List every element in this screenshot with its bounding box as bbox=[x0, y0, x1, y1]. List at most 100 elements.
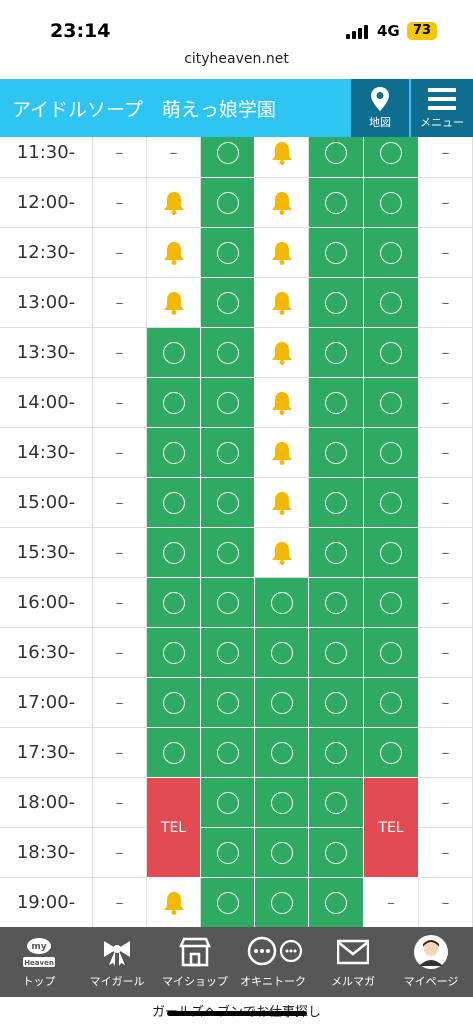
available-slot[interactable] bbox=[255, 778, 309, 828]
available-slot[interactable] bbox=[309, 528, 364, 578]
available-slot[interactable] bbox=[147, 378, 201, 428]
available-slot[interactable] bbox=[364, 578, 419, 628]
few-left-slot[interactable] bbox=[255, 428, 309, 478]
closed-slot: – bbox=[147, 137, 201, 178]
available-slot[interactable] bbox=[201, 428, 255, 478]
available-slot[interactable] bbox=[201, 628, 255, 678]
available-slot[interactable] bbox=[147, 678, 201, 728]
few-left-slot[interactable] bbox=[255, 137, 309, 178]
available-slot[interactable] bbox=[147, 528, 201, 578]
available-slot[interactable] bbox=[364, 328, 419, 378]
few-left-slot[interactable] bbox=[255, 478, 309, 528]
menu-button[interactable]: メニュー bbox=[411, 79, 473, 137]
few-left-slot[interactable] bbox=[147, 228, 201, 278]
few-left-slot[interactable] bbox=[255, 378, 309, 428]
available-slot[interactable] bbox=[201, 478, 255, 528]
available-slot[interactable] bbox=[201, 528, 255, 578]
available-slot[interactable] bbox=[309, 178, 364, 228]
available-slot[interactable] bbox=[201, 178, 255, 228]
available-slot[interactable] bbox=[309, 628, 364, 678]
available-slot[interactable] bbox=[201, 278, 255, 328]
available-slot[interactable] bbox=[201, 378, 255, 428]
table-row: 16:00- – – bbox=[0, 578, 473, 628]
available-slot[interactable] bbox=[255, 678, 309, 728]
available-slot[interactable] bbox=[255, 828, 309, 878]
few-left-slot[interactable] bbox=[255, 278, 309, 328]
few-left-slot[interactable] bbox=[147, 278, 201, 328]
available-slot[interactable] bbox=[147, 578, 201, 628]
available-slot[interactable] bbox=[364, 228, 419, 278]
available-slot[interactable] bbox=[309, 728, 364, 778]
available-slot[interactable] bbox=[255, 878, 309, 927]
available-slot[interactable] bbox=[309, 478, 364, 528]
available-slot[interactable] bbox=[201, 328, 255, 378]
few-left-slot[interactable] bbox=[147, 178, 201, 228]
available-slot[interactable] bbox=[364, 378, 419, 428]
nav-mypage[interactable]: マイページ bbox=[392, 927, 470, 997]
available-slot[interactable] bbox=[201, 228, 255, 278]
available-slot[interactable] bbox=[309, 678, 364, 728]
available-slot[interactable] bbox=[364, 678, 419, 728]
bell-icon bbox=[163, 891, 184, 915]
available-slot[interactable] bbox=[309, 378, 364, 428]
available-slot[interactable] bbox=[309, 428, 364, 478]
few-left-slot[interactable] bbox=[255, 528, 309, 578]
closed-slot: – bbox=[419, 137, 473, 178]
nav-top[interactable]: my Heaven トップ bbox=[0, 927, 78, 997]
map-button[interactable]: 地図 bbox=[351, 79, 409, 137]
table-row: 17:30- – – bbox=[0, 728, 473, 778]
available-slot[interactable] bbox=[147, 428, 201, 478]
available-slot[interactable] bbox=[364, 137, 419, 178]
time-slot-label: 14:30- bbox=[0, 428, 93, 478]
closed-slot: – bbox=[419, 728, 473, 778]
few-left-slot[interactable] bbox=[255, 178, 309, 228]
status-time: 23:14 bbox=[50, 20, 111, 42]
available-slot[interactable] bbox=[201, 828, 255, 878]
nav-mailmag[interactable]: メルマガ bbox=[314, 927, 392, 997]
available-slot[interactable] bbox=[364, 728, 419, 778]
available-slot[interactable] bbox=[364, 428, 419, 478]
tel-button[interactable]: TEL bbox=[147, 778, 200, 878]
available-slot[interactable] bbox=[147, 478, 201, 528]
available-slot[interactable] bbox=[147, 728, 201, 778]
available-slot[interactable] bbox=[364, 178, 419, 228]
bell-icon bbox=[163, 241, 184, 265]
available-slot[interactable] bbox=[201, 778, 255, 828]
shop-name[interactable]: アイドルソープ 萌えっ娘学園 bbox=[12, 95, 276, 122]
available-slot[interactable] bbox=[201, 578, 255, 628]
available-slot[interactable] bbox=[364, 528, 419, 578]
available-slot[interactable] bbox=[201, 678, 255, 728]
available-slot[interactable] bbox=[255, 578, 309, 628]
available-slot[interactable] bbox=[309, 878, 364, 927]
available-slot[interactable] bbox=[255, 728, 309, 778]
few-left-slot[interactable] bbox=[147, 878, 201, 927]
url-label[interactable]: cityheaven.net bbox=[0, 51, 473, 67]
table-row: 17:00- – – bbox=[0, 678, 473, 728]
table-row: 12:30- – – bbox=[0, 228, 473, 278]
available-slot[interactable] bbox=[309, 828, 364, 878]
available-slot[interactable] bbox=[309, 328, 364, 378]
available-slot[interactable] bbox=[309, 578, 364, 628]
available-slot[interactable] bbox=[309, 778, 364, 828]
available-slot[interactable] bbox=[201, 137, 255, 178]
available-slot[interactable] bbox=[309, 137, 364, 178]
available-slot[interactable] bbox=[255, 628, 309, 678]
nav-myshop[interactable]: マイショップ bbox=[156, 927, 234, 997]
available-slot[interactable] bbox=[147, 628, 201, 678]
available-slot[interactable] bbox=[364, 278, 419, 328]
available-slot[interactable] bbox=[201, 728, 255, 778]
available-slot[interactable] bbox=[201, 878, 255, 927]
table-row: 11:30- – – – bbox=[0, 137, 473, 178]
tel-button[interactable]: TEL bbox=[364, 778, 418, 878]
nav-okinitalk[interactable]: オキニトーク bbox=[234, 927, 312, 997]
few-left-slot[interactable] bbox=[255, 328, 309, 378]
battery-icon: 73 bbox=[407, 22, 437, 40]
available-slot[interactable] bbox=[309, 278, 364, 328]
available-slot[interactable] bbox=[364, 478, 419, 528]
available-slot[interactable] bbox=[309, 228, 364, 278]
available-slot[interactable] bbox=[147, 328, 201, 378]
few-left-slot[interactable] bbox=[255, 228, 309, 278]
available-slot[interactable] bbox=[364, 628, 419, 678]
bottom-nav: my Heaven トップ マイガール マイショップ オキニトーク メルマガ マ… bbox=[0, 927, 473, 997]
nav-mygirl[interactable]: マイガール bbox=[78, 927, 156, 997]
